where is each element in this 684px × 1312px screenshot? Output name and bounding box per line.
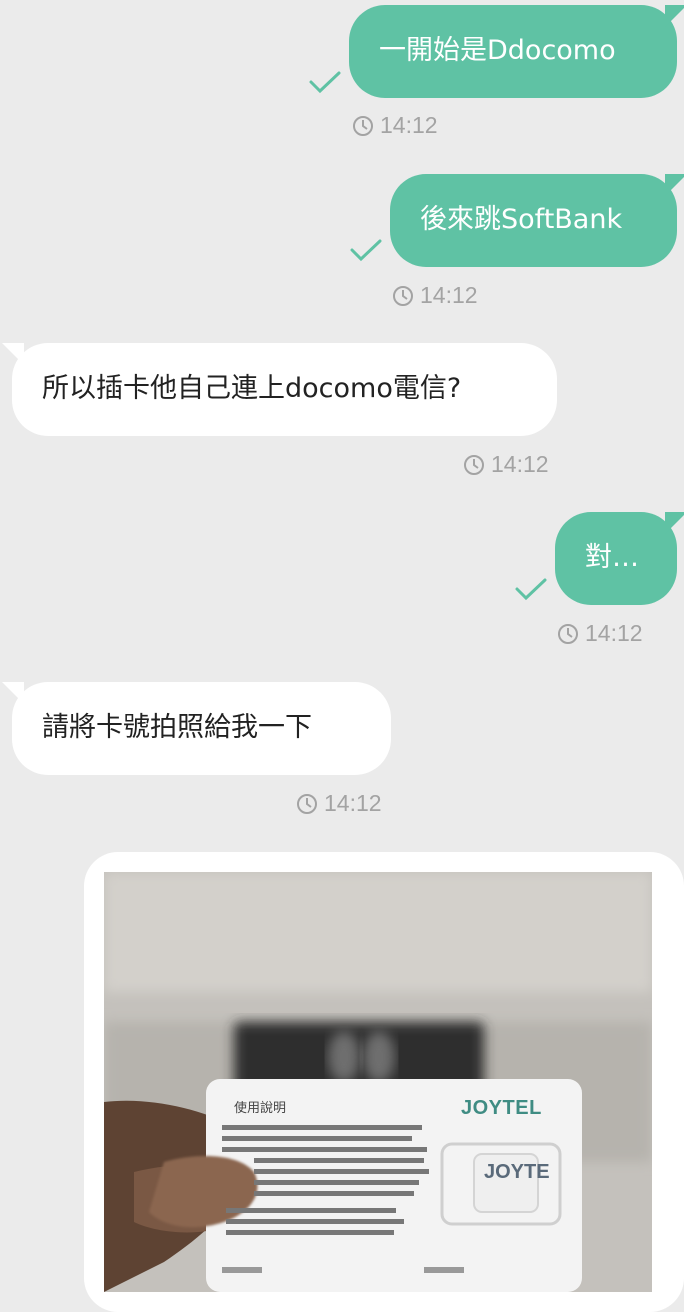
message-bubble-incoming[interactable]: 請將卡號拍照給我一下 bbox=[2, 682, 391, 775]
message-timestamp: 14:12 bbox=[352, 112, 438, 139]
message-text: 對… bbox=[585, 542, 639, 574]
message-text: 請將卡號拍照給我一下 bbox=[42, 712, 312, 744]
message-text: 所以插卡他自己連上docomo電信? bbox=[42, 373, 462, 405]
message-bubble-outgoing[interactable]: 對… bbox=[555, 512, 684, 605]
clock-icon bbox=[558, 623, 578, 644]
message-timestamp: 14:12 bbox=[463, 451, 549, 478]
message-bubble-incoming[interactable]: 所以插卡他自己連上docomo電信? bbox=[2, 343, 557, 436]
clock-icon bbox=[464, 454, 484, 475]
message-timestamp: 14:12 bbox=[557, 620, 643, 647]
card-title: 使用說明 bbox=[234, 1100, 287, 1115]
sim-card-photo[interactable]: 使用說明 JOYTEL JOYTE bbox=[104, 872, 652, 1292]
message-bubble-outgoing[interactable]: 一開始是Ddocomo bbox=[349, 5, 684, 98]
message-text: 後來跳SoftBank bbox=[420, 204, 623, 236]
photo-illustration bbox=[104, 872, 652, 1292]
clock-icon bbox=[297, 793, 317, 814]
sent-check-icon bbox=[350, 239, 382, 262]
sim-chip-label: JOYTE bbox=[484, 1161, 550, 1183]
image-message-bubble[interactable]: 使用說明 JOYTEL JOYTE bbox=[84, 852, 684, 1312]
brand-logo: JOYTEL bbox=[461, 1097, 542, 1119]
message-timestamp: 14:12 bbox=[392, 282, 478, 309]
message-timestamp: 14:12 bbox=[296, 790, 382, 817]
clock-icon bbox=[353, 115, 373, 136]
sent-check-icon bbox=[309, 71, 341, 94]
message-text: 一開始是Ddocomo bbox=[379, 35, 616, 67]
sent-check-icon bbox=[515, 578, 547, 601]
clock-icon bbox=[393, 285, 413, 306]
message-bubble-outgoing[interactable]: 後來跳SoftBank bbox=[390, 174, 684, 267]
